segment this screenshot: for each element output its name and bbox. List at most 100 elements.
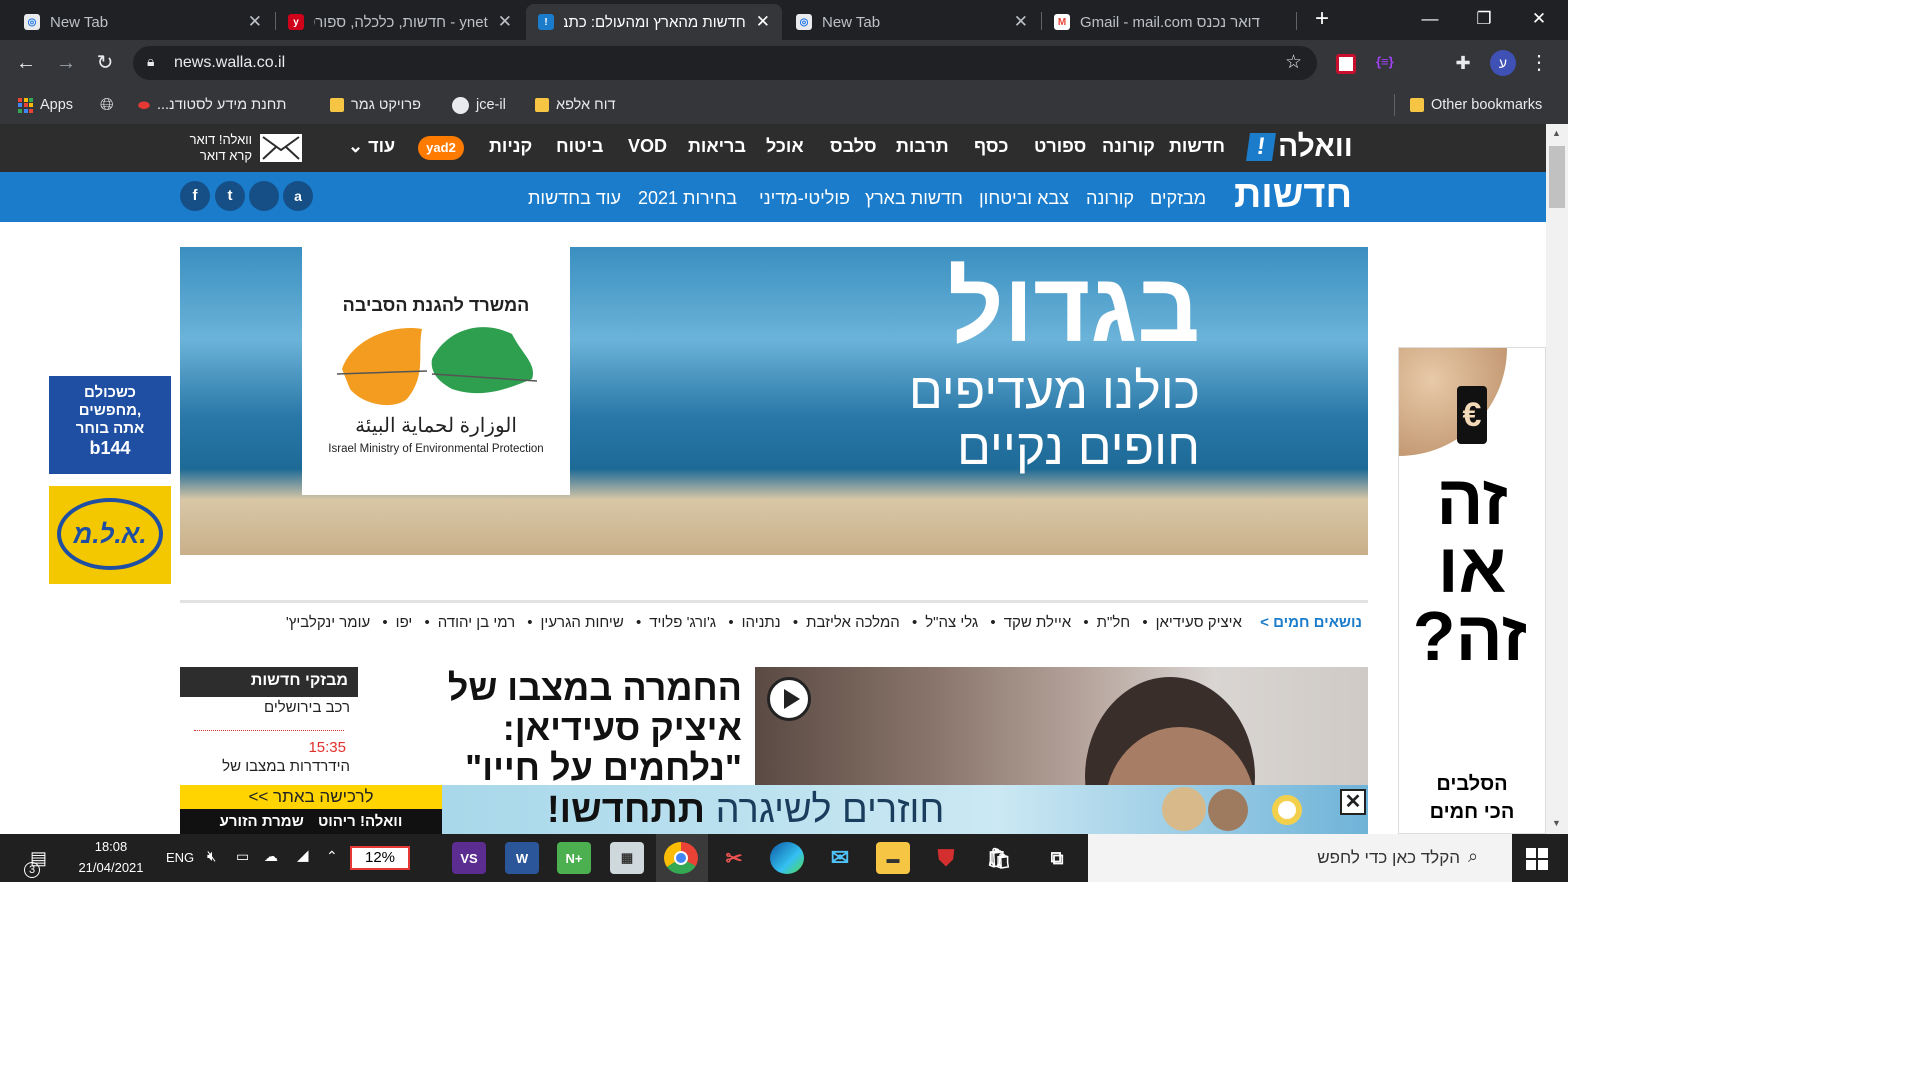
close-ad-icon[interactable]: ✕: [1340, 789, 1366, 815]
nav-sport[interactable]: ספורט: [1034, 136, 1086, 157]
subnav-politics[interactable]: פוליטי-מדיני: [759, 188, 850, 209]
bookmark-star-icon[interactable]: ☆: [1285, 51, 1302, 74]
browser-tab[interactable]: y ynet - חדשות, כלכלה, ספורט ובריאות מהא…: [276, 4, 524, 40]
clock-time[interactable]: 18:08: [76, 839, 146, 854]
hot-topics-label[interactable]: נושאים חמים >: [1260, 614, 1362, 631]
profile-avatar[interactable]: ע: [1490, 50, 1516, 76]
minimize-icon[interactable]: —: [1415, 6, 1445, 32]
scroll-up-icon[interactable]: ▲: [1552, 128, 1561, 138]
walla-mail-link[interactable]: וואלה! דואר קרא דואר: [180, 132, 252, 164]
wifi-icon[interactable]: ◢: [297, 846, 309, 864]
celebs-side-ad[interactable]: € זה או זה? הסלבים הכי חמים: [1398, 347, 1546, 834]
facebook-icon[interactable]: f: [180, 181, 210, 211]
yad2-logo[interactable]: yad2: [418, 136, 464, 160]
menu-kebab-icon[interactable]: ⋮: [1526, 50, 1552, 76]
alm-side-ad[interactable]: א.ל.מ.: [49, 486, 171, 584]
network-app-icon[interactable]: ▦: [610, 842, 644, 874]
notepad-plus-icon[interactable]: N+: [557, 842, 591, 874]
clock-date[interactable]: 21/04/2021: [70, 860, 152, 875]
file-explorer-icon[interactable]: ▬: [876, 842, 910, 874]
volume-muted-icon[interactable]: 🔇︎: [207, 848, 216, 865]
close-tab-icon[interactable]: ✕: [1014, 12, 1028, 32]
extension-shield-icon[interactable]: [1336, 54, 1356, 74]
walla-logo[interactable]: וואלה !: [1246, 130, 1353, 164]
hot-topic[interactable]: נתניהו: [742, 614, 781, 631]
nav-corona[interactable]: קורונה: [1102, 136, 1155, 157]
bottom-sticky-ad[interactable]: לרכישה באתר >> וואלה! ריהוט שמרת הזורע ח…: [180, 785, 1368, 834]
hot-topic[interactable]: יפו: [396, 614, 413, 631]
scroll-down-icon[interactable]: ▼: [1552, 818, 1561, 828]
ad-purchase-link[interactable]: לרכישה באתר >>: [180, 785, 442, 809]
address-bar[interactable]: 🔒︎ news.walla.co.il ☆: [133, 46, 1317, 80]
windows-start-icon[interactable]: [1526, 848, 1548, 870]
browser-tab[interactable]: ◎ New Tab ✕: [12, 4, 274, 40]
cloud-error-icon[interactable]: ☁︎: [264, 848, 278, 865]
tray-chevron-up-icon[interactable]: ⌃: [326, 848, 338, 865]
nav-culture[interactable]: תרבות: [896, 136, 949, 157]
b144-side-ad[interactable]: כשכולם מחפשים, אתה בוחר b144: [49, 376, 171, 474]
bookmark-apps[interactable]: Apps: [18, 94, 73, 116]
close-tab-icon[interactable]: ✕: [248, 12, 262, 32]
hot-topic[interactable]: חל"ת: [1097, 614, 1131, 631]
bookmark-globe[interactable]: 🌐︎: [100, 94, 114, 116]
nav-vod[interactable]: VOD: [628, 136, 667, 157]
new-tab-button[interactable]: +: [1307, 6, 1337, 32]
hot-topic[interactable]: עומר ינקלביץ': [286, 614, 370, 631]
page-scrollbar[interactable]: ▲ ▼: [1546, 124, 1568, 834]
nav-insurance[interactable]: ביטוח: [556, 136, 603, 157]
nav-money[interactable]: כסף: [974, 136, 1009, 157]
browser-tab[interactable]: ◎ New Tab ✕: [784, 4, 1040, 40]
subnav-security[interactable]: צבא וביטחון: [979, 188, 1069, 209]
browser-tab-active[interactable]: ! חדשות מהארץ ומהעולם: כתבות ועדכונים - …: [526, 4, 782, 40]
scroll-thumb[interactable]: [1549, 146, 1565, 208]
apple-icon[interactable]: [249, 181, 279, 211]
subnav-flashes[interactable]: מבזקים: [1150, 188, 1206, 209]
subnav-elections[interactable]: בחירות 2021: [638, 188, 737, 209]
article-hero-image[interactable]: [755, 667, 1368, 797]
bookmark-student-info[interactable]: ⬬ תחנת מידע לסטודנ...: [138, 94, 286, 116]
restore-icon[interactable]: ❐: [1469, 6, 1499, 32]
bookmark-alpha-report[interactable]: דוח אלפא: [535, 94, 616, 116]
twitter-icon[interactable]: t: [215, 181, 245, 211]
android-icon[interactable]: a: [283, 181, 313, 211]
mcafee-icon[interactable]: ⛊: [929, 842, 963, 874]
nav-celebs[interactable]: סלבס: [830, 136, 877, 157]
hot-topic[interactable]: רמי בן יהודה: [438, 614, 515, 631]
subnav-more-news[interactable]: עוד בחדשות: [528, 188, 621, 209]
bookmark-final-project[interactable]: פרויקט גמר: [330, 94, 421, 116]
hot-topic[interactable]: המלכה אליזבת: [806, 614, 900, 631]
mail-icon[interactable]: ✉: [823, 842, 857, 874]
hot-topic[interactable]: ג'ורג' פלויד: [649, 614, 716, 631]
article-headline[interactable]: החמרה במצבו של איציק סעידיאן: "נלחמים על…: [390, 668, 742, 788]
flash-item[interactable]: רכב בירושלים: [180, 697, 358, 718]
nav-news[interactable]: חדשות: [1169, 136, 1225, 157]
hot-topic[interactable]: איילת שקד: [1004, 614, 1072, 631]
reload-icon[interactable]: ↻: [92, 50, 118, 76]
browser-tab[interactable]: M דואר נכנס Gmail - mail.com: [1042, 4, 1296, 40]
flash-item[interactable]: הידרדרות במצבו של: [180, 756, 358, 777]
battery-percent[interactable]: 12%: [350, 846, 410, 870]
back-icon[interactable]: ←: [13, 50, 39, 76]
bookmark-other[interactable]: Other bookmarks: [1410, 94, 1542, 116]
nav-health[interactable]: בריאות: [688, 136, 746, 157]
visual-studio-icon[interactable]: VS: [452, 842, 486, 874]
forward-icon[interactable]: →: [53, 50, 79, 76]
nav-more[interactable]: ⌄ עוד: [348, 136, 395, 157]
nav-food[interactable]: אוכל: [766, 136, 804, 157]
chrome-icon[interactable]: [664, 842, 698, 874]
hot-topic[interactable]: שיחות הגרעין: [541, 614, 624, 631]
play-video-icon[interactable]: [767, 677, 811, 721]
nav-shopping[interactable]: קניות: [489, 136, 532, 157]
store-icon[interactable]: 🛍︎: [982, 842, 1016, 874]
extension-braces-icon[interactable]: {≡}: [1376, 54, 1394, 69]
subnav-corona[interactable]: קורונה: [1086, 188, 1134, 209]
extensions-puzzle-icon[interactable]: ✚: [1450, 50, 1476, 76]
edge-icon[interactable]: [770, 842, 804, 874]
hot-topic[interactable]: גלי צה"ל: [925, 614, 978, 631]
mail-envelope-icon[interactable]: [260, 134, 302, 162]
battery-plug-icon[interactable]: ▭: [236, 848, 249, 865]
language-indicator[interactable]: ENG: [166, 850, 194, 865]
word-icon[interactable]: W: [505, 842, 539, 874]
hot-topic[interactable]: איציק סעידיאן: [1156, 614, 1242, 631]
task-view-icon[interactable]: ⧉: [1040, 842, 1074, 874]
